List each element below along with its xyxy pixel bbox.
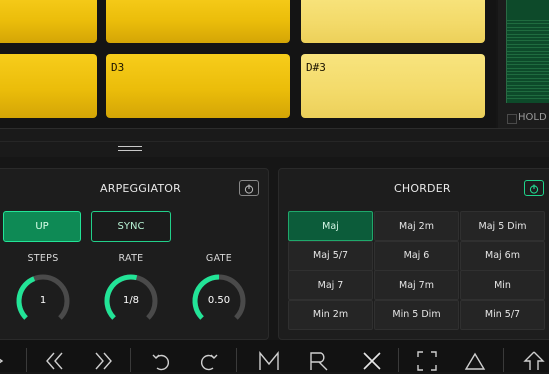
toolbar-separator	[236, 348, 237, 372]
chord-button[interactable]: Maj 6m	[460, 240, 545, 271]
chord-button[interactable]: Maj 7m	[374, 270, 459, 300]
pad-grid: D3 D#3	[0, 0, 496, 128]
chord-button[interactable]: Maj 2m	[374, 211, 459, 241]
rate-label: RATE	[118, 253, 144, 264]
arpeggiator-power-button[interactable]	[239, 180, 259, 196]
toolbar-separator	[503, 348, 504, 372]
divider-line	[0, 141, 549, 142]
key-line	[507, 91, 549, 93]
mini-keyboard[interactable]	[506, 0, 549, 103]
arp-mode-button[interactable]: UP	[3, 211, 81, 242]
drag-handle-icon[interactable]	[118, 146, 142, 152]
key-line	[507, 23, 549, 25]
key-line	[507, 84, 549, 86]
hold-checkbox[interactable]	[507, 114, 517, 124]
pad-d3[interactable]: D3	[106, 54, 290, 118]
fast-forward-icon[interactable]	[90, 348, 116, 374]
gate-label: GATE	[205, 253, 233, 264]
fullscreen-icon[interactable]	[414, 348, 440, 374]
toolbar-separator	[130, 348, 131, 372]
pad-3[interactable]	[301, 0, 485, 43]
close-icon[interactable]	[359, 348, 385, 374]
key-line	[507, 43, 549, 45]
key-line	[507, 50, 549, 52]
key-line	[507, 98, 549, 100]
chord-button[interactable]: Maj 7	[288, 270, 373, 300]
side-panel: HOLD	[498, 0, 549, 128]
rewind-icon[interactable]	[42, 348, 68, 374]
chord-button[interactable]: Maj 5/7	[288, 240, 373, 271]
undo-icon[interactable]	[148, 348, 174, 374]
hold-label: HOLD	[518, 112, 547, 123]
pad-label: D3	[111, 61, 125, 74]
key-line	[507, 67, 549, 69]
key-line	[507, 74, 549, 76]
steps-value: 1	[39, 295, 47, 306]
key-line	[507, 47, 549, 49]
chorder-panel: CHORDER Maj Maj 2m Maj 5 Dim Maj 5/7 Maj 6 Ma…	[278, 168, 549, 340]
pad-label: D#3	[306, 61, 326, 74]
key-line	[507, 81, 549, 83]
m-mode-icon[interactable]	[256, 348, 282, 374]
power-icon	[529, 184, 539, 194]
key-line	[507, 37, 549, 38]
play-icon[interactable]	[0, 348, 14, 374]
steps-label: STEPS	[27, 253, 59, 264]
pad-2[interactable]	[106, 0, 290, 43]
gate-value: 0.50	[207, 295, 231, 306]
bottom-toolbar	[0, 340, 549, 372]
redo-icon[interactable]	[196, 348, 222, 374]
key-line	[507, 94, 549, 96]
pad-4[interactable]	[0, 54, 97, 118]
panel-divider[interactable]	[0, 128, 549, 157]
chord-button[interactable]: Min 5/7	[460, 299, 545, 330]
chord-button[interactable]: Maj 6	[374, 240, 459, 271]
toolbar-separator	[26, 348, 27, 372]
arpeggiator-title: ARPEGGIATOR	[100, 182, 181, 195]
key-line	[507, 71, 549, 72]
chord-button[interactable]: Maj 5 Dim	[460, 211, 545, 241]
chord-button[interactable]: Min 2m	[288, 299, 373, 330]
chord-button[interactable]: Min	[460, 270, 545, 300]
key-line	[507, 57, 549, 59]
chord-button[interactable]: Maj	[288, 211, 373, 241]
key-line	[507, 77, 549, 79]
key-line	[507, 60, 549, 62]
key-line	[507, 33, 549, 35]
key-line	[507, 30, 549, 32]
shift-up-icon[interactable]	[521, 348, 547, 374]
chorder-title: CHORDER	[394, 182, 451, 195]
power-icon	[244, 184, 254, 194]
key-line	[507, 20, 549, 21]
pad-1[interactable]	[0, 0, 97, 43]
toolbar-separator	[398, 348, 399, 372]
triangle-icon[interactable]	[462, 348, 488, 374]
rate-value: 1/8	[122, 295, 140, 306]
key-line	[507, 54, 549, 55]
arp-sync-button[interactable]: SYNC	[91, 211, 171, 242]
key-line	[507, 40, 549, 42]
r-mode-icon[interactable]	[306, 348, 332, 374]
key-line	[507, 88, 549, 89]
key-line	[507, 64, 549, 66]
arpeggiator-panel: ARPEGGIATOR UP SYNC STEPS RATE GATE 1 1/…	[0, 168, 269, 340]
key-line	[507, 26, 549, 28]
pad-d-sharp-3[interactable]: D#3	[301, 54, 485, 118]
chord-button[interactable]: Min 5 Dim	[374, 299, 459, 330]
chorder-power-button[interactable]	[524, 180, 544, 196]
